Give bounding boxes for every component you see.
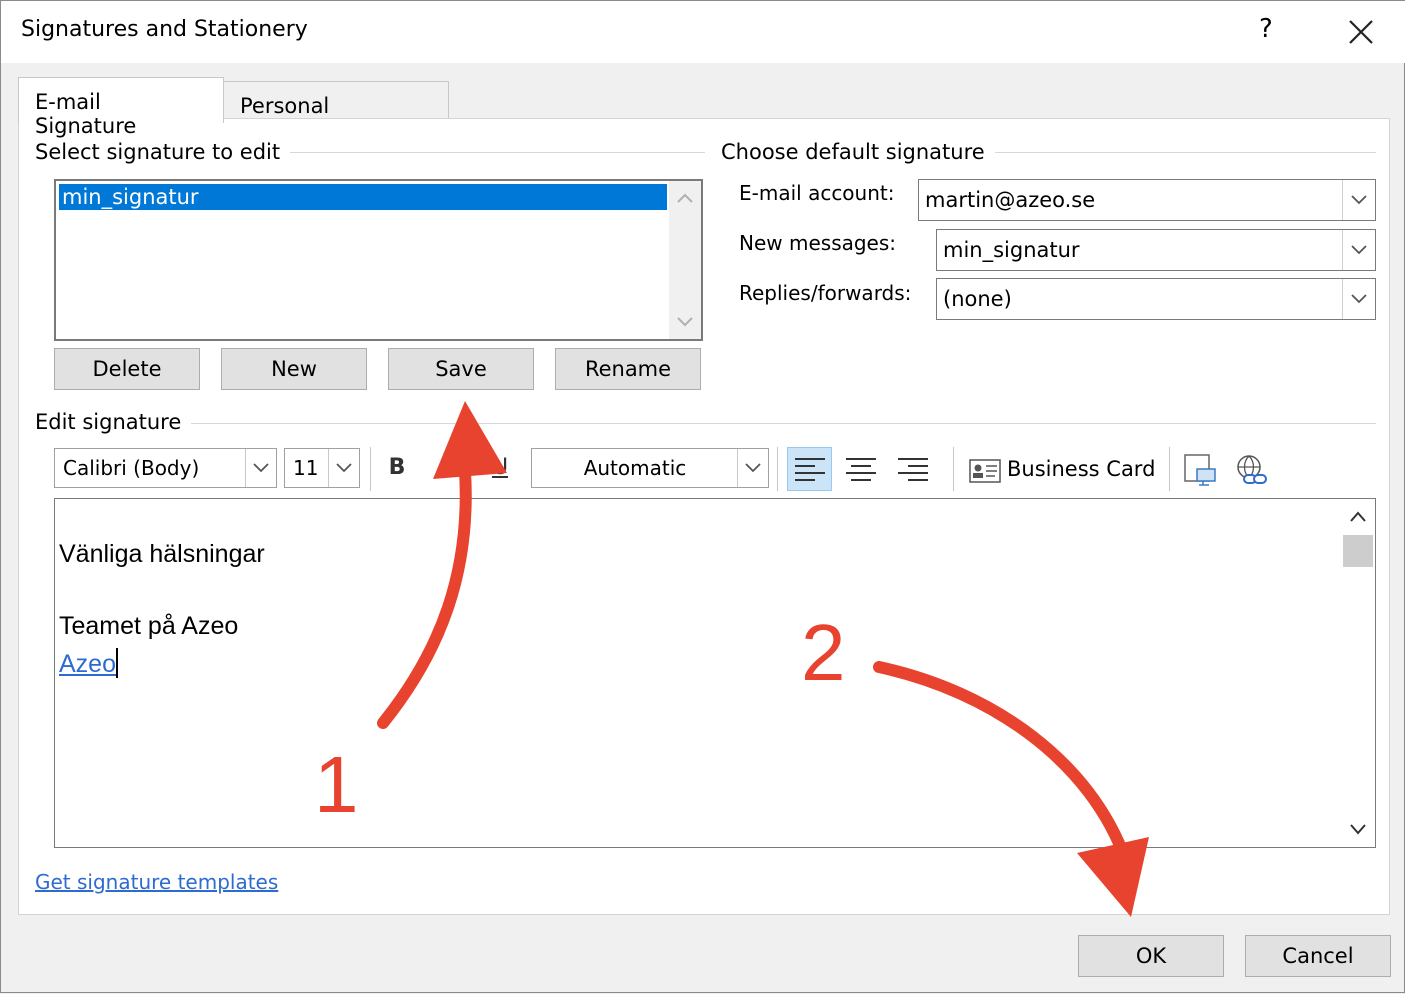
tab-email-signature-label: E-mail Signature [35, 90, 137, 138]
signatures-dialog: Signatures and Stationery ? E-mail Signa… [0, 0, 1405, 993]
annotation-arrows [377, 401, 1149, 917]
arrow-1-shaft [377, 465, 472, 729]
annotation-step-1: 1 [314, 740, 359, 829]
arrow-2-shaft [873, 661, 1132, 867]
arrow-1-head [433, 401, 507, 479]
annotation-step-2: 2 [801, 608, 846, 697]
arrow-2-head [1077, 837, 1149, 917]
tab-email-signature[interactable]: E-mail Signature [18, 77, 224, 138]
